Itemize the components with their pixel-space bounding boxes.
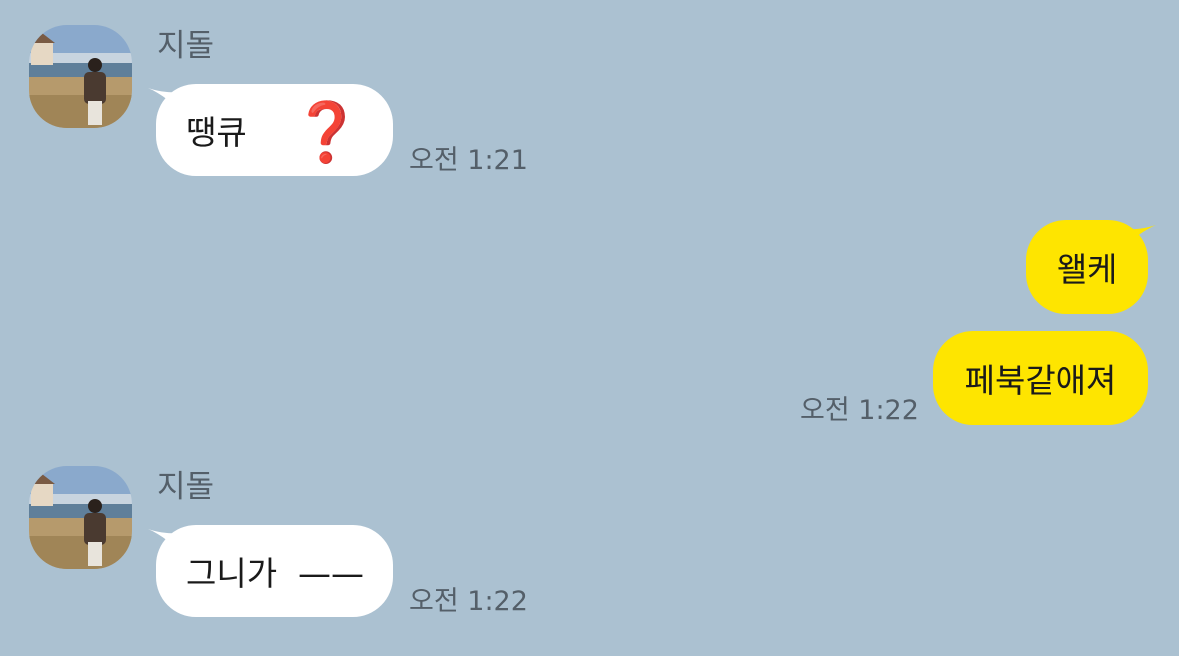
message-timestamp: 오전 1:21 bbox=[409, 145, 528, 176]
message-text: 그니가 —— bbox=[186, 554, 365, 593]
incoming-message-bubble[interactable]: 그니가 —— bbox=[156, 525, 393, 617]
sender-avatar[interactable] bbox=[29, 466, 132, 569]
message-text: 페북같애져 bbox=[964, 361, 1117, 400]
sender-avatar[interactable] bbox=[29, 25, 132, 128]
message-timestamp: 오전 1:22 bbox=[409, 586, 528, 617]
message-timestamp: 오전 1:22 bbox=[800, 395, 919, 426]
outgoing-message-bubble[interactable]: 페북같애져 bbox=[933, 331, 1148, 425]
incoming-message-bubble[interactable]: 땡큐 ❓ bbox=[156, 84, 393, 176]
sender-name: 지돌 bbox=[157, 469, 215, 505]
outgoing-message-bubble[interactable]: 왤케 bbox=[1026, 220, 1148, 314]
message-text: 왤케 bbox=[1056, 250, 1118, 289]
question-mark-emoji: ❓ bbox=[290, 98, 363, 166]
message-text: 땡큐 bbox=[186, 113, 247, 152]
sender-name: 지돌 bbox=[157, 28, 215, 64]
